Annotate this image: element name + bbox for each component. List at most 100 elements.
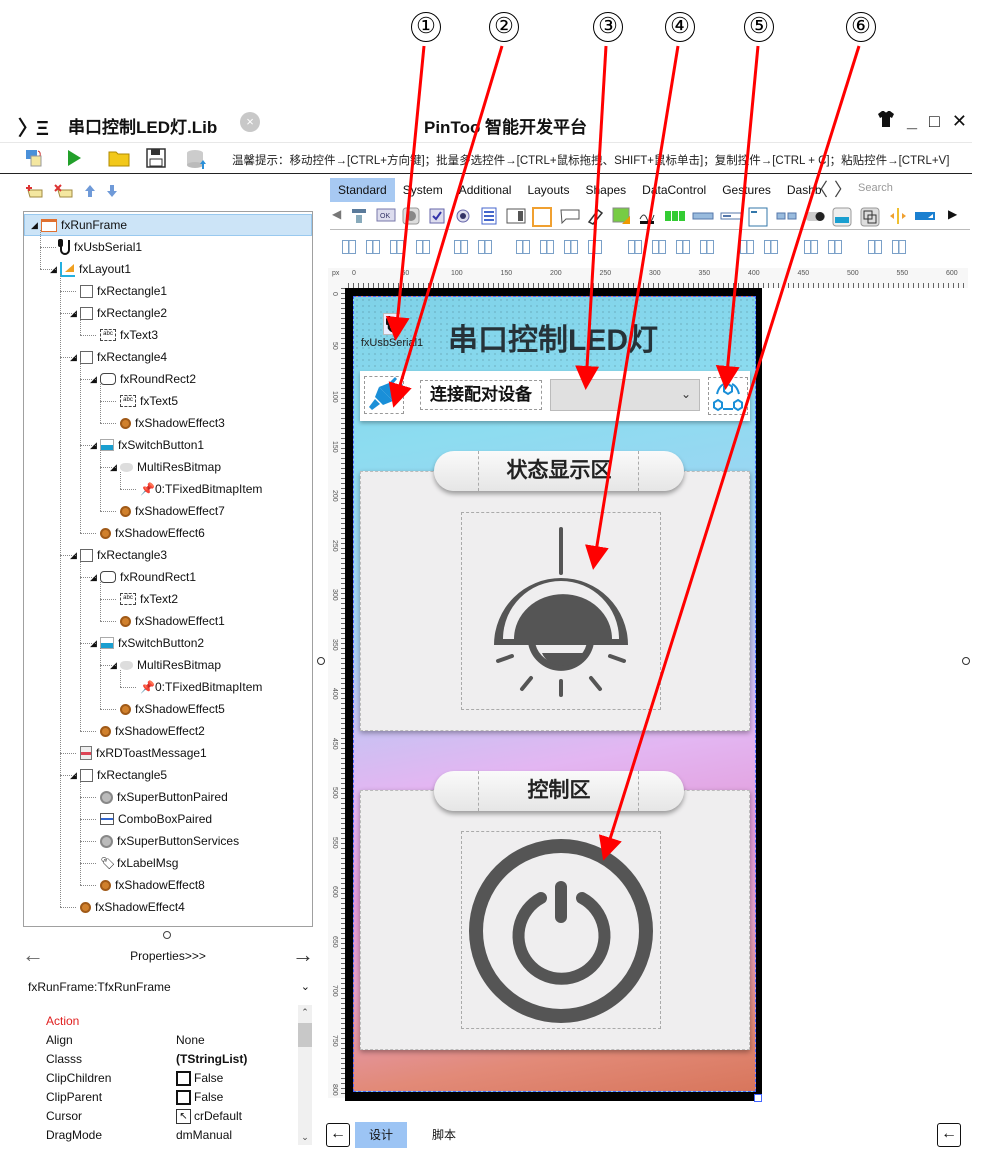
services-button[interactable] [708, 377, 748, 415]
palette-radio-icon[interactable] [454, 207, 472, 225]
open-folder-icon[interactable] [108, 148, 130, 170]
panel-splitter-handle[interactable] [163, 931, 171, 939]
tree-node[interactable]: abc fxText5 [110, 390, 178, 412]
palette-tab[interactable]: Gestures [714, 178, 779, 202]
tree-node[interactable]: ◢ fxRectangle3 [70, 544, 167, 566]
tree-node[interactable]: fxRDToastMessage1 [70, 742, 207, 764]
align-tool-icon[interactable] [652, 240, 666, 254]
align-tool-icon[interactable] [366, 240, 380, 254]
align-tool-icon[interactable] [700, 240, 714, 254]
minimize-button[interactable]: _ [907, 111, 917, 132]
palette-statusbar-icon[interactable] [914, 207, 935, 225]
move-down-icon[interactable] [106, 184, 118, 201]
palette-clone-icon[interactable] [860, 207, 880, 227]
palette-form-icon[interactable] [748, 207, 768, 227]
form-canvas[interactable]: fxUsbSerial1 串口控制LED灯 连接配对设备 ⌄ 状态显示区 控制区 [353, 296, 756, 1092]
palette-search-input[interactable]: Search [858, 182, 958, 194]
app-menu-icon[interactable]: 〉Ξ [18, 112, 49, 141]
paired-device-combobox[interactable]: ⌄ [550, 379, 700, 411]
property-value[interactable]: None [176, 1031, 205, 1050]
palette-progress-icon[interactable] [664, 207, 685, 225]
tree-node[interactable]: fxShadowEffect6 [90, 522, 205, 544]
property-value[interactable]: dmManual [176, 1126, 232, 1145]
tree-node[interactable]: 🏷 fxLabelMsg [90, 852, 178, 874]
property-row[interactable]: ClipParent False [46, 1088, 296, 1107]
palette-splitter-icon[interactable] [888, 207, 906, 225]
palette-switch-icon[interactable] [804, 207, 825, 225]
properties-back-arrow[interactable]: ← [22, 944, 44, 966]
palette-superbutton-icon[interactable] [402, 207, 420, 225]
switch-project-icon[interactable] [24, 148, 46, 170]
property-row[interactable]: ClipChildren False [46, 1069, 296, 1088]
align-tool-icon[interactable] [516, 240, 530, 254]
tree-node[interactable]: ◢ fxRectangle5 [70, 764, 167, 786]
palette-signature-icon[interactable] [638, 207, 656, 225]
usb-serial-component[interactable]: fxUsbSerial1 [360, 313, 424, 349]
tree-node[interactable]: ◢ fxRectangle2 [70, 302, 167, 324]
palette-tab[interactable]: Standard [330, 178, 395, 202]
scrollbar-thumb[interactable] [298, 1023, 312, 1047]
property-row[interactable]: Action [46, 1012, 296, 1031]
tree-node[interactable]: ◢ fxRoundRect1 [90, 566, 196, 588]
tree-node[interactable]: fxSuperButtonServices [90, 830, 239, 852]
connect-button[interactable] [364, 376, 404, 414]
checkbox[interactable] [176, 1071, 191, 1086]
property-row[interactable]: Align None [46, 1031, 296, 1050]
tree-node[interactable]: ◢ fxRoundRect2 [90, 368, 196, 390]
scroll-up-icon[interactable]: ⌃ [298, 1007, 312, 1018]
app-main-title[interactable]: 串口控制LED灯 [448, 315, 658, 359]
palette-switchbutton-icon[interactable] [832, 207, 852, 227]
canvas-resize-handle-left[interactable] [317, 657, 325, 665]
palette-trackbar-icon[interactable] [692, 207, 714, 225]
palette-tab[interactable]: Additional [451, 178, 520, 202]
tree-node[interactable]: 📌 0:TFixedBitmapItem [130, 478, 262, 500]
palette-scroll-left-icon[interactable]: ◀ [332, 207, 350, 225]
close-window-button[interactable]: ✕ [952, 111, 967, 132]
component-tree[interactable]: ◢ fxRunFrame fxUsbSerial1 ◢ fxLayout1 fxRecta… [23, 211, 313, 927]
properties-title[interactable]: Properties>>> [128, 949, 208, 963]
palette-next-icon[interactable]: 〉 [834, 178, 852, 202]
tree-node[interactable]: ◢ fxRectangle4 [70, 346, 167, 368]
tree-node[interactable]: ◢ MultiResBitmap [110, 456, 221, 478]
delete-component-icon[interactable] [54, 184, 74, 201]
tab-design[interactable]: 设计 [355, 1122, 408, 1148]
align-tool-icon[interactable] [540, 240, 554, 254]
tree-node[interactable]: fxSuperButtonPaired [90, 786, 228, 808]
properties-forward-arrow[interactable]: → [292, 944, 314, 966]
property-value[interactable]: False [176, 1088, 223, 1107]
tree-node[interactable]: fxShadowEffect3 [110, 412, 225, 434]
palette-checkbox-icon[interactable] [428, 207, 446, 225]
align-tool-icon[interactable] [588, 240, 602, 254]
tree-node[interactable]: ComboBoxPaired [90, 808, 212, 830]
add-component-icon[interactable] [24, 184, 44, 201]
align-tool-icon[interactable] [868, 240, 882, 254]
align-tool-icon[interactable] [390, 240, 404, 254]
palette-image-icon[interactable] [612, 207, 630, 225]
property-value[interactable]: (TStringList) [176, 1050, 247, 1069]
property-row[interactable]: Classs (TStringList) [46, 1050, 296, 1069]
palette-tab[interactable]: Layouts [519, 178, 577, 202]
property-scrollbar[interactable]: ⌃ ⌄ [298, 1005, 312, 1145]
tree-node[interactable]: fxRectangle1 [70, 280, 167, 302]
collapse-left-panel-icon[interactable]: ← [326, 1123, 350, 1147]
document-tab-title[interactable]: 串口控制LED灯.Lib [68, 113, 217, 138]
align-tool-icon[interactable] [676, 240, 690, 254]
align-tool-icon[interactable] [342, 240, 356, 254]
tree-node[interactable]: ◢ fxRunFrame [24, 214, 312, 236]
palette-button-icon[interactable]: OK [376, 207, 396, 225]
tree-node[interactable]: ◢ fxSwitchButton1 [90, 434, 204, 456]
palette-prev-icon[interactable]: 〈 [810, 178, 828, 202]
align-tool-icon[interactable] [416, 240, 430, 254]
tree-node[interactable]: fxShadowEffect7 [110, 500, 225, 522]
palette-edit-icon[interactable] [720, 207, 742, 225]
tree-node[interactable]: fxShadowEffect8 [90, 874, 205, 896]
tree-node[interactable]: ◢ fxLayout1 [50, 258, 131, 280]
property-value[interactable]: False [176, 1069, 223, 1088]
selection-resize-handle[interactable] [754, 1094, 762, 1102]
canvas-resize-handle-right[interactable] [962, 657, 970, 665]
palette-scroll-right-icon[interactable]: ▶ [948, 207, 966, 225]
collapse-right-panel-icon[interactable]: ← [937, 1123, 961, 1147]
maximize-button[interactable]: □ [929, 111, 940, 132]
move-up-icon[interactable] [84, 184, 96, 201]
tree-node[interactable]: 📌 0:TFixedBitmapItem [130, 676, 262, 698]
